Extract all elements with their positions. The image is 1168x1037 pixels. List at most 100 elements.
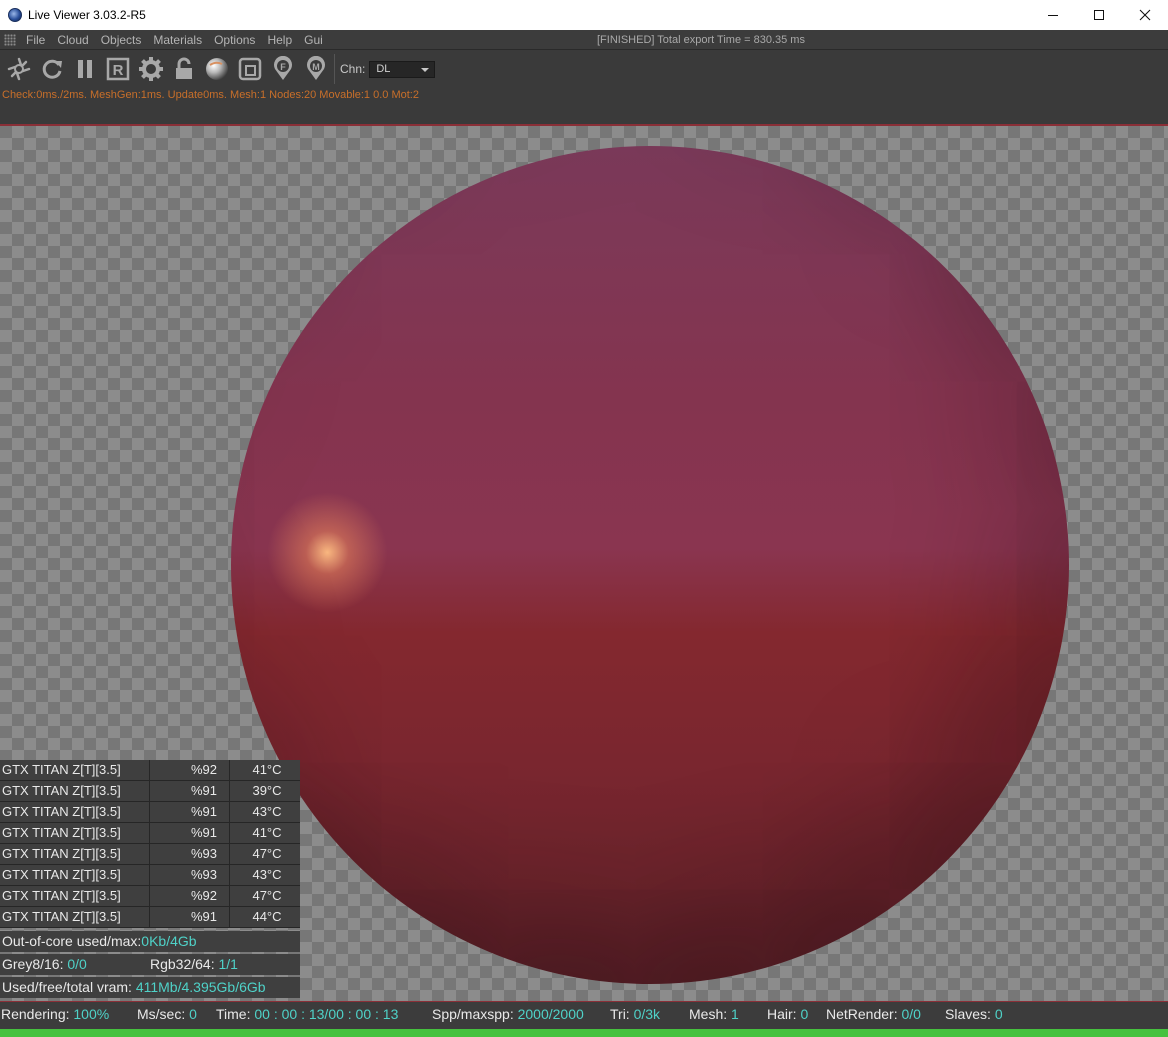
render-region-icon: R (106, 57, 129, 81)
status-slaves: Slaves: 0 (945, 1002, 1003, 1026)
gpu-load: %91 (150, 781, 230, 801)
gpu-row: GTX TITAN Z[T][3.5] %91 44°C (0, 907, 300, 928)
gpu-row: GTX TITAN Z[T][3.5] %93 43°C (0, 865, 300, 886)
maximize-icon (1094, 10, 1104, 20)
minimize-button[interactable] (1030, 0, 1076, 30)
channel-select[interactable]: DL (369, 60, 436, 78)
minimize-icon (1048, 15, 1058, 16)
texture-count-row: Grey8/16: 0/0 Rgb32/64: 1/1 (0, 954, 300, 975)
send-scene-icon (7, 57, 30, 81)
focus-pick-icon: F (273, 56, 292, 80)
rgb-value: 1/1 (218, 956, 238, 972)
gpu-temp: 44°C (252, 909, 282, 924)
rendered-sphere (231, 146, 1069, 984)
menu-grip-icon[interactable] (4, 33, 16, 46)
rgb-group: Rgb32/64: 1/1 (150, 954, 238, 975)
material-pick-icon: M (306, 56, 325, 80)
stats-info-bar: Check:0ms./2ms. MeshGen:1ms. Update0ms. … (0, 88, 1168, 124)
gpu-row: GTX TITAN Z[T][3.5] %92 41°C (0, 760, 300, 781)
grey-value: 0/0 (67, 956, 87, 972)
gpu-load: %93 (150, 865, 230, 885)
region-button[interactable] (233, 52, 266, 86)
menu-gui[interactable]: Gui (298, 30, 329, 50)
refresh-button[interactable] (35, 52, 68, 86)
render-viewport[interactable]: GTX TITAN Z[T][3.5] %92 41°C GTX TITAN Z… (0, 126, 1168, 1001)
gpu-row: GTX TITAN Z[T][3.5] %91 39°C (0, 781, 300, 802)
gpu-temp: 47°C (252, 888, 282, 903)
gpu-row: GTX TITAN Z[T][3.5] %91 43°C (0, 802, 300, 823)
close-button[interactable] (1122, 0, 1168, 30)
svg-text:R: R (112, 62, 123, 79)
status-tri-value: 0/3k (633, 1006, 661, 1022)
grey-label: Grey8/16: (2, 956, 64, 972)
render-region-button[interactable]: R (101, 52, 134, 86)
status-mesh-value: 1 (731, 1006, 739, 1022)
gpu-name: GTX TITAN Z[T][3.5] (0, 865, 150, 885)
send-scene-button[interactable] (2, 52, 35, 86)
status-mesh: Mesh: 1 (689, 1002, 739, 1026)
unlock-icon (175, 57, 192, 79)
menu-options[interactable]: Options (208, 30, 261, 50)
status-mesh-label: Mesh: (689, 1006, 728, 1022)
gpu-table: GTX TITAN Z[T][3.5] %92 41°C GTX TITAN Z… (0, 760, 300, 928)
status-rendering-label: Rendering: (1, 1006, 70, 1022)
focus-pick-button[interactable]: F (266, 52, 299, 86)
maximize-button[interactable] (1076, 0, 1122, 30)
close-icon (1139, 9, 1151, 21)
vram-label: Used/free/total vram: (2, 979, 132, 995)
render-progress-bar (0, 1029, 1168, 1037)
gpu-name: GTX TITAN Z[T][3.5] (0, 760, 150, 780)
toolbar-separator (334, 54, 335, 84)
status-mssec-value: 0 (189, 1006, 197, 1022)
menu-file[interactable]: File (20, 30, 51, 50)
menu-bar: File Cloud Objects Materials Options Hel… (0, 30, 1168, 50)
status-slaves-label: Slaves: (945, 1006, 991, 1022)
channel-value: DL (376, 62, 391, 75)
status-netrender-value: 0/0 (901, 1006, 921, 1022)
gpu-load: %92 (150, 760, 230, 780)
status-time: Time: 00 : 00 : 13/00 : 00 : 13 (216, 1002, 398, 1026)
title-bar: Live Viewer 3.03.2-R5 (0, 0, 1168, 30)
status-tri-label: Tri: (610, 1006, 630, 1022)
menu-materials[interactable]: Materials (147, 30, 208, 50)
gpu-name: GTX TITAN Z[T][3.5] (0, 802, 150, 822)
stats-info-text: Check:0ms./2ms. MeshGen:1ms. Update0ms. … (2, 89, 419, 101)
material-preview-icon (205, 58, 228, 80)
window-controls (1030, 0, 1168, 30)
unlock-button[interactable] (167, 52, 200, 86)
menu-objects[interactable]: Objects (95, 30, 148, 50)
material-pick-button[interactable]: M (299, 52, 332, 86)
gpu-name: GTX TITAN Z[T][3.5] (0, 844, 150, 864)
menu-cloud[interactable]: Cloud (51, 30, 94, 50)
export-status: [FINISHED] Total export Time = 830.35 ms (597, 34, 805, 46)
gpu-temp: 47°C (252, 846, 282, 861)
gpu-row: GTX TITAN Z[T][3.5] %91 41°C (0, 823, 300, 844)
gpu-load: %91 (150, 802, 230, 822)
status-hair-label: Hair: (767, 1006, 797, 1022)
status-mssec-label: Ms/sec: (137, 1006, 186, 1022)
gpu-load: %93 (150, 844, 230, 864)
gpu-load: %92 (150, 886, 230, 906)
status-rendering-value: 100% (73, 1006, 110, 1022)
svg-text:M: M (312, 62, 320, 72)
live-viewer-window: Live Viewer 3.03.2-R5 File Cloud Objects… (0, 0, 1168, 1037)
gpu-row: GTX TITAN Z[T][3.5] %92 47°C (0, 886, 300, 907)
settings-button[interactable] (134, 52, 167, 86)
window-title: Live Viewer 3.03.2-R5 (28, 8, 146, 22)
gpu-temp: 41°C (252, 762, 282, 777)
status-tri: Tri: 0/3k (610, 1002, 660, 1026)
status-spp-label: Spp/maxspp: (432, 1006, 514, 1022)
status-rendering: Rendering: 100% (1, 1002, 109, 1026)
gpu-name: GTX TITAN Z[T][3.5] (0, 907, 150, 927)
material-preview-button[interactable] (200, 52, 233, 86)
app-logo-icon (8, 8, 22, 22)
gpu-row: GTX TITAN Z[T][3.5] %93 47°C (0, 844, 300, 865)
gpu-load: %91 (150, 823, 230, 843)
status-mssec: Ms/sec: 0 (137, 1002, 197, 1026)
menu-help[interactable]: Help (261, 30, 298, 50)
pause-button[interactable] (68, 52, 101, 86)
gpu-load: %91 (150, 907, 230, 927)
vram-row: Used/free/total vram: 411Mb/4.395Gb/6Gb (0, 977, 300, 998)
gpu-temp: 43°C (252, 867, 282, 882)
status-spp-value: 2000/2000 (517, 1006, 584, 1022)
